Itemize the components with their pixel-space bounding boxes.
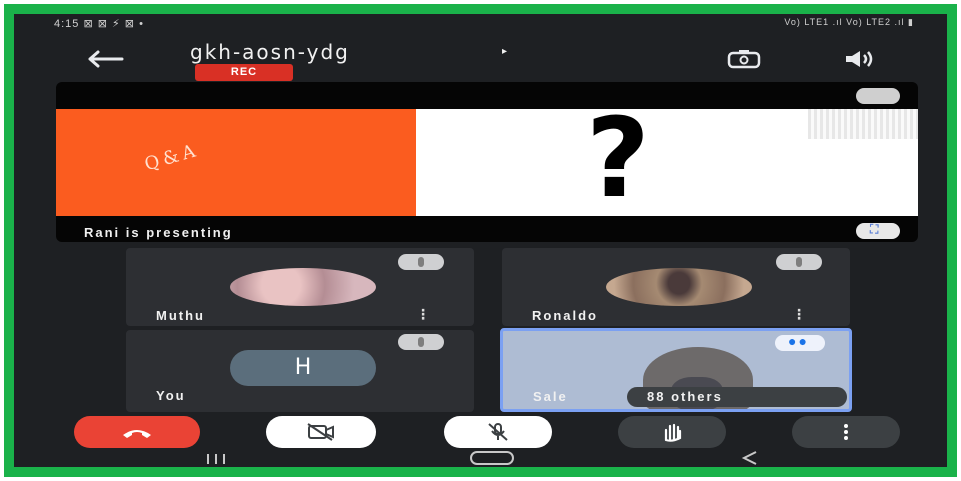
slide-qa-text: Q&A: [142, 139, 202, 176]
status-bar: 4:15 ⊠ ⊠ ⚡ ⊠ • Vo) LTE1 .ıl Vo) LTE2 .ıl…: [54, 16, 914, 32]
fullscreen-icon[interactable]: ⛶: [856, 222, 900, 239]
avatar: [606, 268, 752, 306]
participant-name: Muthu: [156, 308, 205, 323]
muted-mic-icon: [398, 254, 444, 270]
nav-back-icon[interactable]: [738, 450, 762, 466]
slide-left-panel: Q&A: [56, 109, 416, 216]
mic-toggle-button[interactable]: [444, 416, 552, 448]
slide-question-mark: ?: [586, 94, 650, 222]
more-options-button[interactable]: [792, 416, 900, 448]
home-icon[interactable]: [470, 451, 514, 465]
participant-name: You: [156, 388, 186, 403]
participant-name: Ronaldo: [532, 308, 598, 323]
raise-hand-button[interactable]: [618, 416, 726, 448]
presenter-label: Rani is presenting: [84, 225, 233, 240]
participant-name: Sale: [533, 389, 568, 404]
participant-tile-ronaldo[interactable]: Ronaldo ⋮: [502, 248, 850, 326]
status-left-icons: ⊠ ⊠ ⚡ ⊠ •: [83, 18, 144, 30]
switch-camera-icon[interactable]: [726, 48, 762, 70]
meeting-details-arrow-icon[interactable]: ▸: [502, 46, 507, 57]
meet-screen: 4:15 ⊠ ⊠ ⚡ ⊠ • Vo) LTE1 .ıl Vo) LTE2 .ıl…: [14, 14, 947, 467]
avatar-initial: H: [230, 350, 376, 386]
recent-apps-icon[interactable]: [204, 452, 228, 464]
more-options-icon[interactable]: ⋮: [792, 306, 806, 322]
status-time: 4:15: [54, 18, 80, 30]
slide-stripes: [808, 109, 918, 139]
muted-mic-icon: [398, 334, 444, 350]
avatar: [230, 268, 376, 306]
android-nav-bar: [14, 450, 947, 467]
back-arrow-icon[interactable]: [86, 48, 126, 70]
pin-icon[interactable]: ●●: [775, 333, 825, 351]
participant-tile-muthu[interactable]: Muthu ⋮: [126, 248, 474, 326]
presenter-mic-icon: [856, 88, 900, 104]
rec-badge: REC: [195, 64, 293, 81]
more-options-icon[interactable]: ⋮: [416, 306, 430, 322]
participant-tile-you[interactable]: H You: [126, 330, 474, 412]
end-call-button[interactable]: [74, 416, 200, 448]
participant-tile-sale[interactable]: ●● Sale 88 others: [500, 328, 852, 412]
others-count-badge[interactable]: 88 others: [627, 387, 847, 407]
slide-right-panel: ?: [416, 103, 918, 216]
presentation-view[interactable]: Q&A ? Rani is presenting ⛶: [56, 82, 918, 242]
speaker-icon[interactable]: [840, 48, 880, 70]
meeting-code[interactable]: gkh-aosn-ydg: [190, 40, 350, 64]
green-frame: 4:15 ⊠ ⊠ ⚡ ⊠ • Vo) LTE1 .ıl Vo) LTE2 .ıl…: [4, 4, 957, 477]
muted-mic-icon: [776, 254, 822, 270]
status-right-icons: Vo) LTE1 .ıl Vo) LTE2 .ıl ▮: [784, 17, 914, 27]
camera-toggle-button[interactable]: [266, 416, 376, 448]
